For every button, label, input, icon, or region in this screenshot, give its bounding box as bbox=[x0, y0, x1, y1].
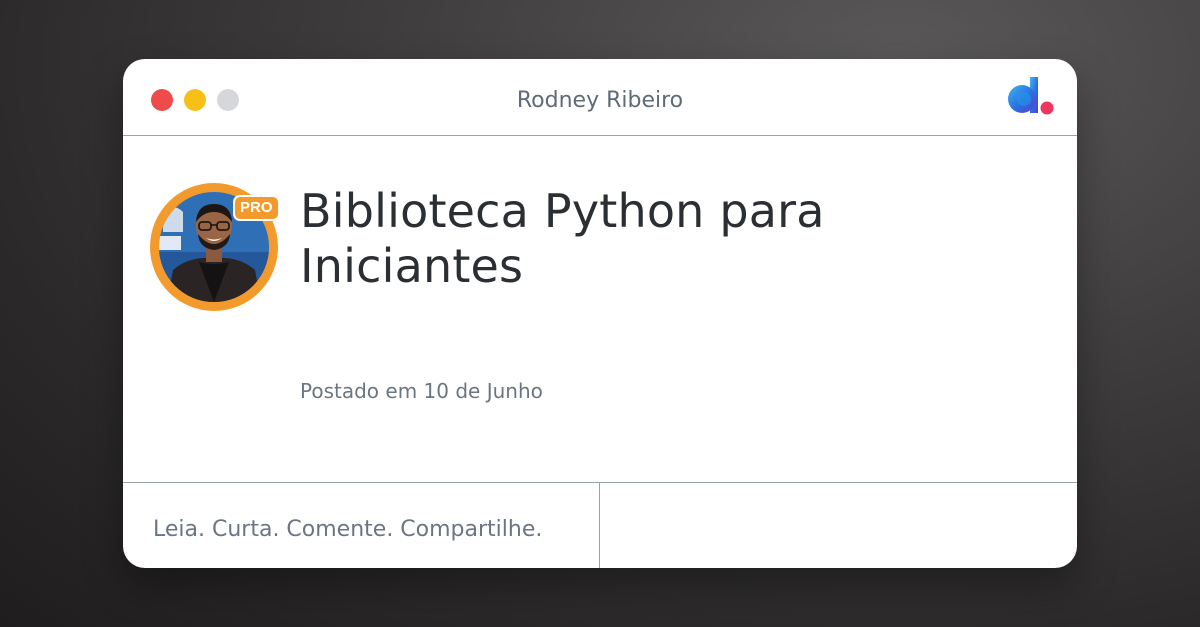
post-content: PRO Biblioteca Python para Iniciantes Po… bbox=[123, 136, 1077, 481]
post-title[interactable]: Biblioteca Python para Iniciantes bbox=[300, 184, 1000, 294]
footer-empty-cell bbox=[600, 483, 1077, 568]
dio-logo-icon bbox=[1008, 77, 1054, 115]
pro-badge: PRO bbox=[235, 197, 278, 219]
window-titlebar: Rodney Ribeiro bbox=[123, 59, 1077, 136]
window-title: Rodney Ribeiro bbox=[516, 88, 684, 113]
author-avatar[interactable]: PRO bbox=[150, 183, 278, 311]
post-date: Postado em 10 de Junho bbox=[300, 379, 543, 403]
post-card: Rodney Ribeiro PRO Biblioteca Python par… bbox=[123, 59, 1077, 568]
footer-tagline: Leia. Curta. Comente. Compartilhe. bbox=[153, 517, 543, 542]
post-footer: Leia. Curta. Comente. Compartilhe. bbox=[123, 482, 1077, 568]
